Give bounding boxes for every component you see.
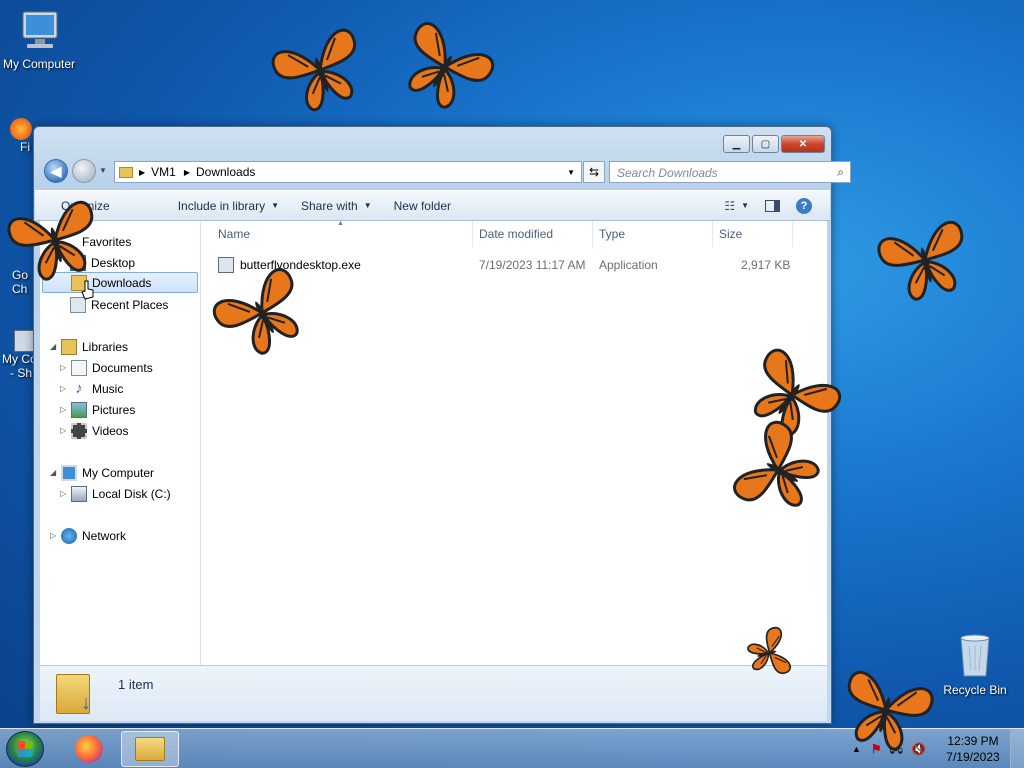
executable-icon — [218, 257, 234, 273]
partial-label: Fi — [20, 140, 30, 154]
chevron-right-icon[interactable]: ▶ — [184, 168, 190, 177]
breadcrumb-vm1[interactable]: VM1 — [151, 165, 176, 179]
search-icon: ⌕ — [837, 165, 844, 179]
pictures-icon — [71, 401, 87, 418]
new-folder-button[interactable]: New folder — [386, 199, 459, 213]
preview-pane-icon — [765, 199, 780, 212]
file-type: Application — [599, 258, 658, 272]
caption-buttons: ▁ ▢ ✕ — [723, 135, 825, 153]
show-desktop-button[interactable] — [1010, 729, 1024, 768]
desktop-icon-recycle-bin[interactable]: Recycle Bin — [936, 630, 1014, 697]
nav-network[interactable]: ▷ Network — [50, 525, 126, 546]
nav-local-disk[interactable]: ▷ Local Disk (C:) — [60, 483, 171, 504]
butterfly-icon — [877, 220, 964, 301]
back-button[interactable]: ◀ — [44, 159, 68, 183]
preview-pane-button[interactable] — [757, 199, 788, 212]
breadcrumb-downloads[interactable]: Downloads — [196, 165, 255, 179]
chevron-right-icon[interactable]: ▷ — [60, 363, 71, 372]
column-header-size[interactable]: Size — [713, 221, 793, 247]
monitor-icon — [22, 11, 58, 48]
windows-logo-icon — [17, 741, 33, 757]
network-icon — [61, 527, 77, 544]
butterfly-icon — [271, 28, 357, 112]
maximize-button[interactable]: ▢ — [752, 135, 779, 153]
videos-icon — [71, 422, 87, 439]
chevron-down-icon: ▼ — [271, 201, 279, 210]
chevron-down-icon[interactable]: ◢ — [50, 342, 61, 351]
chevron-down-icon: ▼ — [363, 201, 372, 210]
nav-pictures[interactable]: ▷ Pictures — [60, 399, 135, 420]
item-count: 1 item — [118, 677, 154, 692]
explorer-window: ▁ ▢ ✕ ◀ ▼ ▶ VM1 ▶ Downloads ▼ ⇆ Search D… — [33, 126, 851, 724]
details-pane: ↓ 1 item — [40, 665, 827, 721]
help-icon: ? — [796, 197, 812, 214]
desktop-icon-partial-shortcut[interactable]: My Co - Sh — [2, 330, 37, 380]
desktop-icon-my-computer[interactable]: My Computer — [0, 8, 78, 71]
navigation-row: ◀ ▼ ▶ VM1 ▶ Downloads ▼ ⇆ Search Downloa… — [42, 159, 851, 185]
desktop-icon-partial-firefox[interactable]: Fi — [10, 118, 34, 154]
chevron-right-icon[interactable]: ▷ — [60, 405, 71, 414]
details-view-icon: ☷ — [724, 198, 736, 213]
close-button[interactable]: ✕ — [781, 135, 825, 153]
forward-button[interactable] — [72, 159, 96, 183]
desktop-icon-label: Recycle Bin — [943, 683, 1007, 697]
navigation-pane: Favorites Desktop Downloads Recent Place… — [40, 221, 201, 665]
share-with-button[interactable]: Share with ▼ — [293, 199, 380, 213]
search-placeholder: Search Downloads — [617, 166, 718, 180]
chevron-down-icon[interactable]: ◢ — [50, 468, 61, 477]
downloads-folder-icon: ↓ — [56, 673, 91, 714]
clock-time: 12:39 PM — [947, 734, 999, 748]
clock[interactable]: 12:39 PM 7/19/2023 — [936, 733, 1010, 765]
chevron-down-icon: ▼ — [741, 201, 749, 210]
recycle-bin-icon — [960, 634, 990, 677]
refresh-icon: ⇆ — [588, 165, 600, 179]
help-button[interactable]: ? — [788, 197, 820, 214]
nav-my-computer[interactable]: ◢ My Computer — [50, 462, 154, 483]
taskbar-explorer[interactable] — [121, 731, 179, 767]
butterfly-icon — [408, 22, 495, 109]
taskbar-firefox[interactable] — [60, 731, 118, 767]
clock-date: 7/19/2023 — [946, 750, 1000, 764]
file-size: 2,917 KB — [741, 258, 791, 272]
nav-documents[interactable]: ▷ Documents — [60, 357, 153, 378]
nav-libraries[interactable]: ◢ Libraries — [50, 336, 128, 357]
address-bar[interactable]: ▶ VM1 ▶ Downloads ▼ — [114, 161, 582, 183]
chevron-down-icon[interactable]: ▼ — [567, 168, 575, 177]
music-icon: ♪ — [75, 379, 83, 397]
mouse-cursor-hand-icon — [81, 280, 94, 300]
computer-icon — [61, 464, 77, 481]
chevron-right-icon[interactable]: ▷ — [60, 489, 71, 498]
minimize-button[interactable]: ▁ — [723, 135, 750, 153]
folder-icon — [135, 737, 165, 761]
nav-music[interactable]: ▷ ♪ Music — [60, 378, 123, 399]
hard-drive-icon — [71, 485, 87, 502]
search-input[interactable]: Search Downloads ⌕ — [609, 161, 851, 183]
folder-icon — [119, 166, 133, 178]
chevron-right-icon[interactable]: ▷ — [60, 426, 71, 435]
chevron-right-icon[interactable]: ▷ — [60, 384, 71, 393]
command-bar: Organize Include in library▼ Share with▼… — [35, 190, 830, 221]
chevron-right-icon[interactable]: ▶ — [139, 168, 145, 177]
documents-icon — [71, 359, 87, 376]
download-arrow-icon: ↓ — [81, 691, 91, 714]
recent-pages-dropdown[interactable]: ▼ — [99, 166, 107, 175]
nav-videos[interactable]: ▷ Videos — [60, 420, 128, 441]
chevron-right-icon[interactable]: ▷ — [50, 531, 61, 540]
start-button[interactable] — [6, 731, 44, 767]
sort-ascending-icon: ▲ — [337, 220, 344, 227]
firefox-icon — [75, 735, 103, 763]
libraries-icon — [61, 338, 77, 355]
refresh-button[interactable]: ⇆ — [583, 161, 605, 183]
include-in-library-button[interactable]: Include in library ▼ — [170, 199, 287, 213]
column-header-type[interactable]: Type — [593, 221, 713, 247]
view-options-button[interactable]: ☷ ▼ — [716, 199, 757, 213]
column-header-date-modified[interactable]: Date modified — [473, 221, 593, 247]
file-date: 7/19/2023 11:17 AM — [479, 258, 586, 272]
partial-label: My Co — [2, 352, 37, 366]
desktop-icon-label: My Computer — [2, 57, 76, 71]
